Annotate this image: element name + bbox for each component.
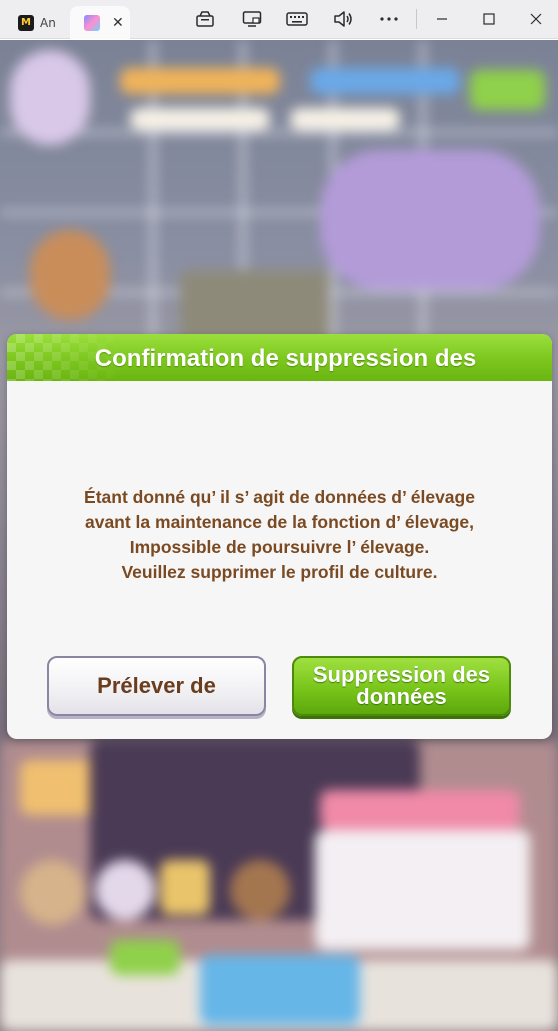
tab-close-icon[interactable]: ✕ [112,15,124,31]
delete-confirmation-dialog: Confirmation de suppression des Étant do… [7,334,552,739]
volume-icon[interactable] [331,8,355,30]
maximize-icon[interactable] [477,8,501,30]
app-logo-icon: M [18,14,34,31]
browser-titlebar: M An ✕ [0,0,558,39]
tab-1-label: An [40,15,56,30]
delete-data-button[interactable]: Suppression des données [292,656,511,716]
dialog-title: Confirmation de suppression des [94,345,477,372]
browser-tab-2[interactable]: ✕ [70,6,130,39]
close-icon[interactable] [524,8,548,30]
cancel-button-label: Prélever de [97,673,216,698]
dialog-message: Étant donné qu’ il s’ agit de données d’… [7,485,552,585]
message-line-1: Étant donné qu’ il s’ agit de données d’… [84,487,475,507]
game-favicon-icon [84,14,100,31]
cancel-button[interactable]: Prélever de [47,656,266,716]
message-line-2: avant la maintenance de la fonction d’ é… [84,512,475,532]
confirm-button-label-line-1: Suppression des [312,662,491,687]
minimize-icon[interactable] [430,8,454,30]
more-icon[interactable] [377,8,401,30]
dialog-header: Confirmation de suppression des [7,334,552,381]
browser-tab-1[interactable]: M An [4,6,66,39]
keyboard-icon[interactable] [285,8,309,30]
message-line-4: Veuillez supprimer le profil de culture. [121,562,438,582]
toolbar-separator [416,9,417,29]
screenshot-icon[interactable] [193,8,217,30]
confirm-button-label-line-2: données [356,684,447,709]
screen-cast-icon[interactable] [240,8,264,30]
message-line-3: Impossible de poursuivre l’ élevage. [129,537,430,557]
